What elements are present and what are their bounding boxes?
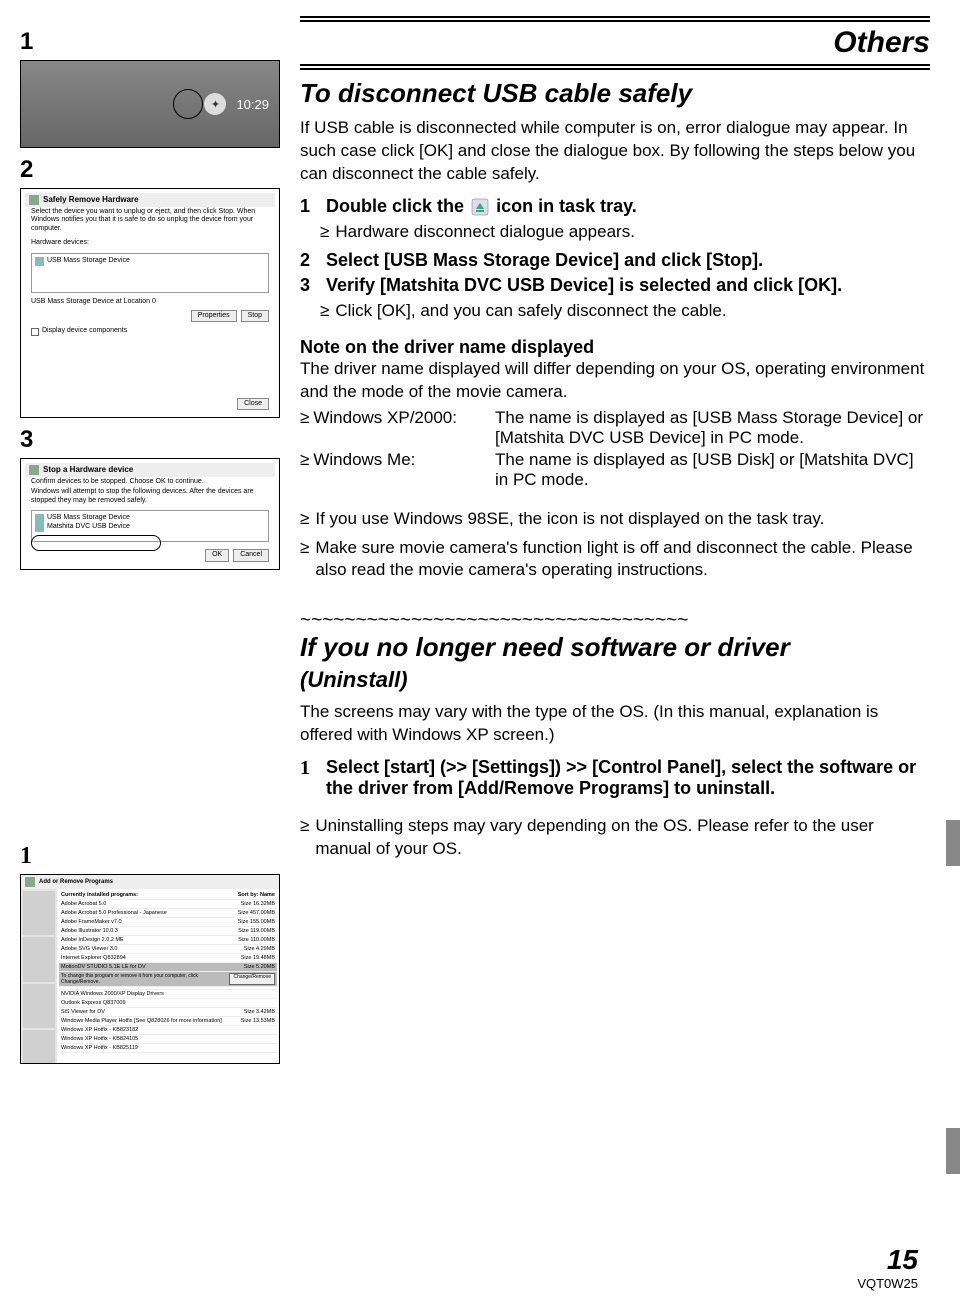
programs-row: Outlook Express Q837009 [59, 999, 277, 1008]
annotation-circle [173, 89, 203, 119]
properties-button[interactable]: Properties [191, 310, 237, 322]
programs-row: MotionDV STUDIO 5.1E LE for DVSize 5.20M… [59, 963, 277, 972]
programs-row: Windows XP Hotfix - KB823182 [59, 1026, 277, 1035]
annotation-circle-2 [31, 535, 161, 551]
os-desc-xp: The name is displayed as [USB Mass Stora… [495, 408, 930, 448]
programs-row: Windows XP Hotfix - KB824105 [59, 1035, 277, 1044]
thumb-4-label: 1 [20, 843, 280, 870]
extra-bullet-1: If you use Windows 98SE, the icon is not… [315, 508, 824, 531]
programs-side-tab [23, 937, 55, 982]
close-button[interactable]: Close [237, 398, 269, 410]
programs-row: Adobe SVG Viewer 3.0Size 4.29MB [59, 945, 277, 954]
programs-row: Adobe FrameMaker v7.0Size 155.00MB [59, 918, 277, 927]
dialog2-list: USB Mass Storage Device [31, 253, 269, 293]
display-components-label: Display device components [42, 327, 127, 335]
programs-side-tab [23, 891, 55, 936]
thumb-2-dialog: Safely Remove Hardware Select the device… [20, 188, 280, 418]
note-heading: Note on the driver name displayed [300, 337, 930, 358]
side-tab [946, 820, 960, 866]
page-number: 15 [857, 1244, 918, 1276]
stop-button[interactable]: Stop [241, 310, 269, 322]
dialog2-hw-label: Hardware devices: [25, 238, 275, 248]
dialog3-desc1: Confirm devices to be stopped. Choose OK… [25, 477, 275, 487]
step-number: 1 [300, 196, 318, 217]
usb-eject-icon [471, 198, 489, 216]
extra-bullet-2: Make sure movie camera's function light … [315, 537, 930, 583]
display-components-checkbox[interactable] [31, 328, 39, 336]
os-label-xp: Windows XP/2000: [313, 408, 457, 427]
programs-row: Adobe Acrobat 5.0 Professional - Japanes… [59, 909, 277, 918]
programs-title: Add or Remove Programs [39, 879, 113, 885]
step-number: 3 [300, 275, 318, 296]
step-number: 2 [300, 250, 318, 271]
programs-row: Adobe Illustrator 10.0.3Size 119.00MB [59, 927, 277, 936]
programs-header: Currently installed programs: [61, 892, 138, 898]
step-2-text: Select [USB Mass Storage Device] and cli… [326, 250, 930, 271]
dialog3-item2: Matshita DVC USB Device [47, 523, 130, 531]
wave-divider: ~~~~~~~~~~~~~~~~~~~~~~~~~~~~~~~~~~~ [300, 610, 930, 632]
step-3-text: Verify [Matshita DVC USB Device] is sele… [326, 275, 930, 296]
taskbar-time: 10:29 [236, 97, 269, 112]
document-code: VQT0W25 [857, 1276, 918, 1291]
dialog3-desc2: Windows will attempt to stop the followi… [25, 487, 275, 506]
step-3-sub: Click [OK], and you can safely disconnec… [335, 300, 726, 323]
step-1-sub: Hardware disconnect dialogue appears. [335, 221, 635, 244]
uninstall-step-number: 1 [300, 757, 318, 780]
programs-side-tab [23, 984, 55, 1029]
subheading-uninstall-sub: (Uninstall) [300, 667, 930, 693]
programs-row: Windows Media Player Hotfix [See Q828026… [59, 1017, 277, 1026]
thumb-3-dialog: Stop a Hardware device Confirm devices t… [20, 458, 280, 570]
step-1-text: Double click the icon in task tray. [326, 196, 930, 217]
uninstall-intro: The screens may vary with the type of th… [300, 701, 930, 747]
os-desc-me: The name is displayed as [USB Disk] or [… [495, 450, 930, 490]
thumb-3-label: 3 [20, 426, 280, 454]
cancel-button[interactable]: Cancel [233, 549, 269, 561]
subheading-disconnect: To disconnect USB cable safely [300, 78, 930, 109]
subheading-uninstall: If you no longer need software or driver [300, 632, 930, 663]
ok-button[interactable]: OK [205, 549, 229, 561]
dialog2-list-item: USB Mass Storage Device [47, 257, 130, 265]
thumb-1-label: 1 [20, 28, 280, 56]
os-label-me: Windows Me: [313, 450, 415, 469]
side-tab [946, 1128, 960, 1174]
dialog3-item1: USB Mass Storage Device [47, 514, 130, 522]
programs-row: SiS Viewer for DVSize 3.42MB [59, 1008, 277, 1017]
dialog2-desc: Select the device you want to unplug or … [25, 207, 275, 234]
programs-row: Adobe Acrobat 5.0Size 16.32MB [59, 900, 277, 909]
thumb-1-taskbar: ✦ 10:29 [20, 60, 280, 148]
programs-row: Windows XP Hotfix - KB825119 [59, 1044, 277, 1053]
dialog3-title: Stop a Hardware device [43, 465, 133, 475]
programs-side-tab [23, 1030, 55, 1064]
dialog2-title: Safely Remove Hardware [43, 195, 139, 205]
programs-row: NVIDIA Windows 2000/XP Display Drivers [59, 990, 277, 999]
programs-row: Adobe InDesign 2.0.2 MESize 110.00MB [59, 936, 277, 945]
dialog2-status: USB Mass Storage Device at Location 0 [25, 297, 275, 307]
thumb-2-label: 2 [20, 156, 280, 184]
thumb-4-programs: Add or Remove Programs Currently install… [20, 874, 280, 1064]
usb-tray-icon: ✦ [204, 93, 226, 115]
section-title: Others [300, 26, 930, 60]
intro-text: If USB cable is disconnected while compu… [300, 117, 930, 186]
programs-row: Internet Explorer Q832894Size 19.48MB [59, 954, 277, 963]
uninstall-step-text: Select [start] (>> [Settings]) >> [Contr… [326, 757, 930, 799]
note-body: The driver name displayed will differ de… [300, 358, 930, 404]
uninstall-bullet: Uninstalling steps may vary depending on… [315, 815, 930, 861]
